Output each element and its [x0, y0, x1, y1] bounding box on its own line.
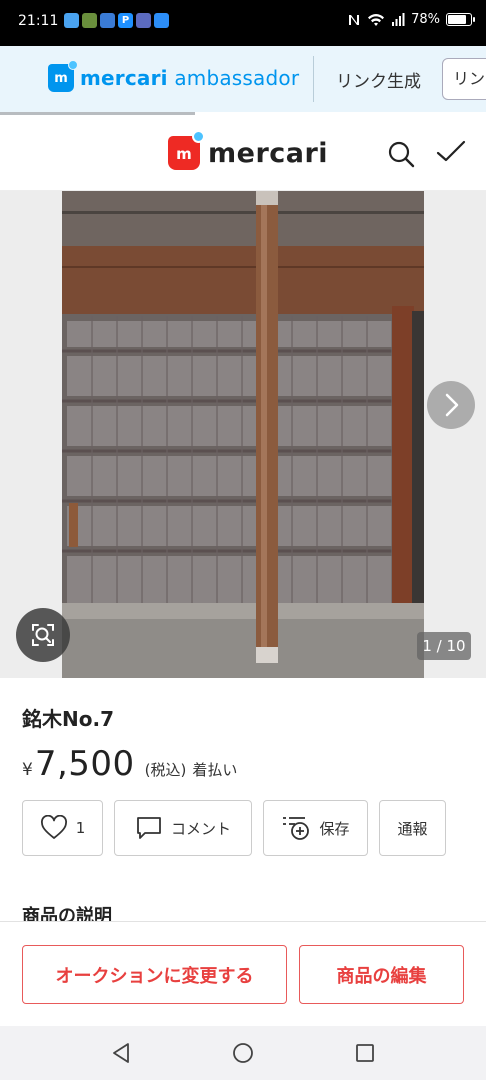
divider	[313, 56, 314, 102]
change-to-auction-button[interactable]: オークションに変更する	[22, 945, 287, 1004]
save-label: 保存	[319, 819, 350, 838]
signal-icon	[392, 13, 405, 26]
ambassador-logo: m mercari ambassador	[48, 60, 300, 92]
nfc-icon	[349, 14, 360, 25]
mercari-logo-icon: m	[168, 130, 205, 170]
currency-symbol: ¥	[22, 760, 33, 780]
save-list-icon	[283, 817, 310, 840]
notification-icons: P	[64, 13, 169, 28]
link-generate-label[interactable]: リンク生成	[336, 67, 421, 92]
edit-item-button[interactable]: 商品の編集	[299, 945, 464, 1004]
mercari-ambassador-logo-icon: m	[48, 60, 78, 92]
app-notification-icon	[136, 13, 151, 28]
paypay-icon: P	[118, 13, 133, 28]
item-photo-gallery[interactable]: 1 / 10	[0, 191, 486, 678]
status-bar: 21:11 P 78%	[0, 0, 486, 46]
mercari-logo[interactable]: m mercari	[168, 130, 329, 170]
like-count: 1	[75, 819, 86, 837]
comment-bubble-icon	[137, 817, 161, 839]
checkmark-icon[interactable]	[434, 137, 468, 167]
recent-apps-square-icon[interactable]	[352, 1040, 378, 1066]
cloud-icon	[154, 13, 169, 28]
ambassador-brand: mercari ambassador	[80, 66, 300, 90]
search-icon[interactable]	[386, 139, 416, 169]
ambassador-bar: m mercari ambassador リンク生成 リンク	[0, 46, 486, 112]
battery-percent: 78%	[411, 12, 440, 27]
shipping-method: 着払い	[192, 761, 238, 779]
like-button[interactable]: 1	[22, 800, 103, 856]
bottom-action-bar: オークションに変更する 商品の編集	[0, 921, 486, 1026]
status-time: 21:11	[18, 13, 59, 29]
tax-included-label: (税込)	[144, 761, 187, 779]
image-zoom-icon[interactable]	[16, 608, 70, 662]
item-price: 7,500	[34, 744, 135, 784]
link-button[interactable]: リンク	[442, 58, 486, 100]
heart-icon	[40, 815, 67, 839]
wifi-icon	[368, 13, 385, 26]
home-circle-icon[interactable]	[230, 1040, 256, 1066]
battery-icon	[446, 13, 475, 26]
app-notification-icon	[100, 13, 115, 28]
app-notification-icon	[82, 13, 97, 28]
report-button[interactable]: 通報	[379, 800, 446, 856]
image-counter: 1 / 10	[417, 632, 471, 660]
item-title: 銘木No.7	[22, 707, 114, 731]
save-button[interactable]: 保存	[263, 800, 368, 856]
comment-button[interactable]: コメント	[114, 800, 252, 856]
back-triangle-icon[interactable]	[108, 1040, 134, 1066]
app-header: m mercari	[0, 115, 486, 191]
price-row: ¥ 7,500 (税込) 着払い	[22, 744, 237, 784]
next-image-chevron-icon[interactable]	[427, 381, 475, 429]
description-heading: 商品の説明	[22, 906, 112, 922]
status-right: 78%	[347, 12, 475, 27]
item-photo[interactable]	[62, 191, 424, 678]
report-label: 通報	[397, 819, 428, 838]
app-notification-icon	[64, 13, 79, 28]
comment-label: コメント	[170, 819, 231, 838]
system-navigation-bar	[0, 1026, 486, 1080]
mercari-wordmark: mercari	[208, 137, 329, 169]
